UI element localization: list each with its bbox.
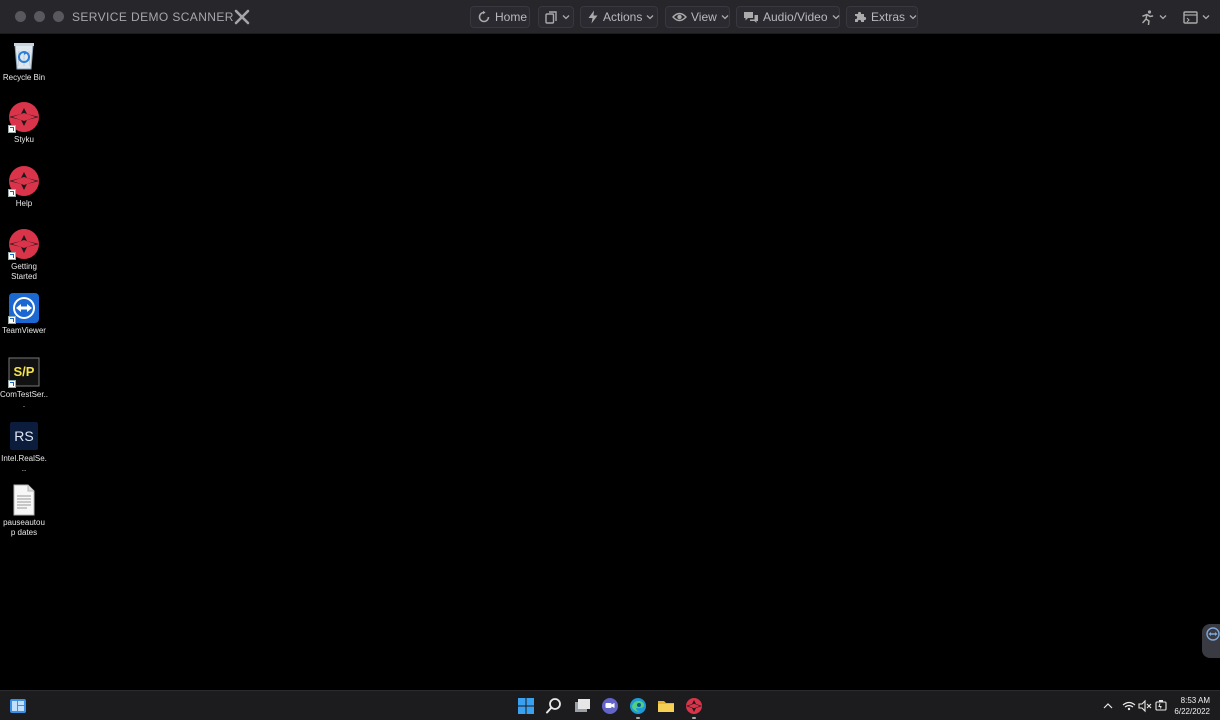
view-label: View — [691, 10, 717, 24]
shortcut-arrow-icon — [8, 125, 16, 133]
home-button[interactable]: Home — [470, 6, 530, 28]
copy-icon — [545, 10, 557, 24]
chevron-down-icon — [646, 15, 654, 20]
desktop-icon-recycle-bin[interactable]: Recycle Bin — [0, 39, 48, 83]
widgets-icon[interactable] — [8, 696, 28, 716]
clock[interactable]: 8:53 AM 6/22/2022 — [1174, 695, 1210, 717]
volume-muted-icon[interactable] — [1138, 696, 1152, 716]
realsense-icon: RS — [8, 420, 40, 452]
chevron-down-icon — [721, 15, 729, 20]
eye-icon — [672, 12, 687, 22]
search-icon[interactable] — [544, 696, 564, 716]
refresh-icon — [478, 10, 490, 23]
close-session-icon[interactable] — [234, 9, 250, 25]
shortcut-arrow-icon — [8, 252, 16, 260]
file-explorer-icon[interactable] — [656, 696, 676, 716]
desktop-icon-comtestserver[interactable]: S/P ComTestSer... — [0, 356, 48, 410]
wifi-icon[interactable] — [1122, 696, 1136, 716]
chevron-down-icon — [909, 15, 917, 20]
styku-icon — [8, 165, 40, 197]
minimize-window-button[interactable] — [34, 11, 45, 22]
window-icon — [1183, 10, 1198, 24]
desktop-icon-getting-started[interactable]: Getting Started — [0, 228, 48, 282]
desktop-icon-teamviewer[interactable]: TeamViewer — [0, 292, 48, 336]
clock-time: 8:53 AM — [1180, 696, 1210, 705]
taskbar: 8:53 AM 6/22/2022 — [0, 690, 1220, 720]
task-view-icon[interactable] — [572, 696, 592, 716]
chevron-down-icon — [1159, 15, 1167, 20]
svg-text:RS: RS — [14, 428, 33, 444]
extras-label: Extras — [871, 10, 906, 24]
window-title: SERVICE DEMO SCANNER — [72, 10, 234, 24]
desktop-icon-label: Intel.RealSe... — [1, 454, 47, 473]
teamviewer-panel-handle[interactable] — [1202, 624, 1220, 658]
shortcut-arrow-icon — [8, 380, 16, 388]
window-controls — [15, 11, 64, 22]
desktop-icon-help[interactable]: Help — [0, 165, 48, 209]
puzzle-icon — [855, 11, 867, 22]
home-label: Home — [495, 10, 528, 24]
svg-text:S/P: S/P — [14, 364, 35, 379]
chat-bubbles-icon — [744, 11, 758, 23]
desktop-icon-label: Help — [15, 199, 33, 208]
shortcut-arrow-icon — [8, 316, 16, 324]
files-menu-button[interactable] — [538, 6, 574, 28]
shortcut-arrow-icon — [8, 189, 16, 197]
desktop-icon-label: Recycle Bin — [2, 73, 46, 82]
desktop-icon-label: TeamViewer — [2, 326, 46, 335]
running-person-icon — [1142, 9, 1154, 25]
desktop-icon-label: Getting Started — [11, 262, 37, 281]
styku-icon — [8, 228, 40, 260]
audio-video-menu-button[interactable]: Audio/Video — [736, 6, 840, 28]
maximize-window-button[interactable] — [53, 11, 64, 22]
desktop-icon-label: ComTestSer... — [0, 390, 49, 409]
title-bar: SERVICE DEMO SCANNER Home Actions View A… — [0, 0, 1220, 34]
styku-taskbar-icon[interactable] — [684, 696, 704, 719]
show-hidden-icons-chevron-up-icon[interactable] — [1101, 696, 1115, 716]
lightning-icon — [588, 10, 598, 24]
desktop-icon-intel-realsense[interactable]: RS Intel.RealSe... — [0, 420, 48, 474]
quick-connect-button[interactable] — [1133, 6, 1167, 28]
document-icon — [8, 484, 40, 516]
close-window-button[interactable] — [15, 11, 26, 22]
styku-icon — [8, 101, 40, 133]
teamviewer-icon — [1206, 627, 1220, 641]
audio-video-label: Audio/Video — [763, 10, 828, 24]
sp-icon: S/P — [8, 356, 40, 388]
desktop-icon-pauseautoupdates[interactable]: pauseautoup dates — [0, 484, 48, 538]
desktop-icon-label: pauseautoup dates — [3, 518, 45, 537]
edge-browser-icon[interactable] — [628, 696, 648, 719]
actions-label: Actions — [603, 10, 643, 24]
teamviewer-icon — [8, 292, 40, 324]
actions-menu-button[interactable]: Actions — [580, 6, 658, 28]
chevron-down-icon — [832, 15, 839, 20]
teams-chat-icon[interactable] — [600, 696, 620, 716]
window-layout-button[interactable] — [1176, 6, 1212, 28]
view-menu-button[interactable]: View — [665, 6, 730, 28]
extras-menu-button[interactable]: Extras — [846, 6, 918, 28]
start-icon[interactable] — [516, 696, 536, 716]
chevron-down-icon — [562, 15, 570, 20]
recycle-bin-icon — [8, 39, 40, 71]
battery-icon[interactable] — [1154, 696, 1168, 716]
remote-session-window: SERVICE DEMO SCANNER Home Actions View A… — [0, 0, 1220, 720]
chevron-down-icon — [1202, 15, 1210, 20]
clock-date: 6/22/2022 — [1174, 707, 1210, 716]
desktop-icon-styku[interactable]: Styku — [0, 101, 48, 145]
desktop-icon-label: Styku — [13, 135, 34, 144]
